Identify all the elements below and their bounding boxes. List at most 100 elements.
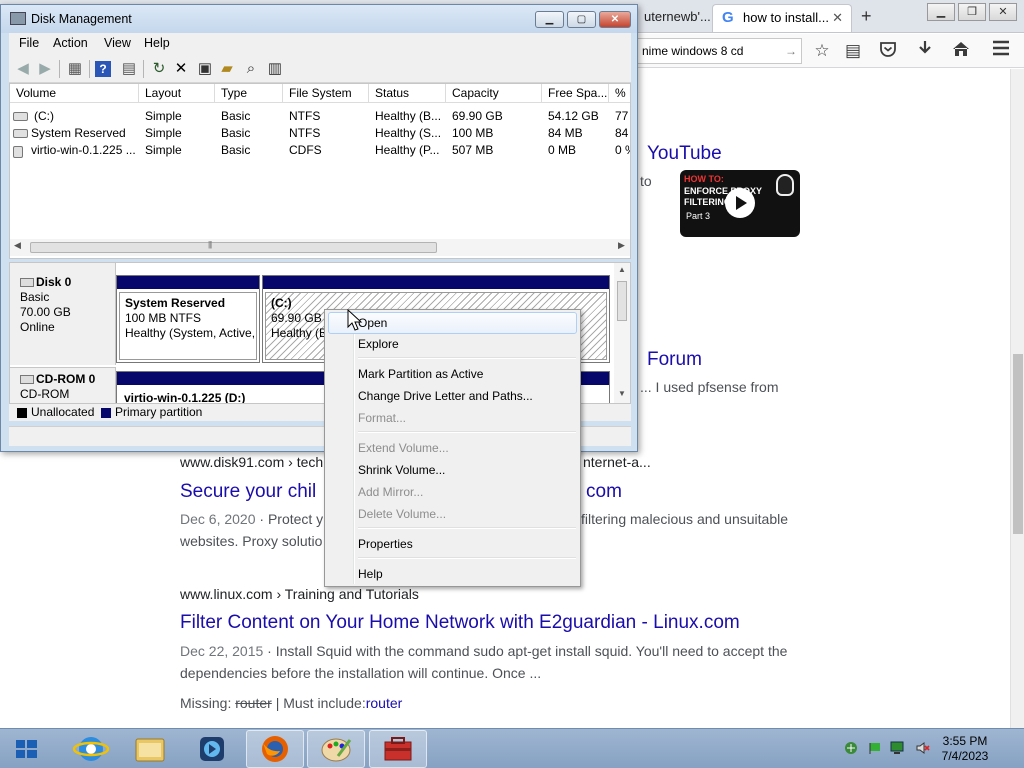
scroll-down-icon[interactable]: ▼ xyxy=(618,389,626,398)
result1-title-link[interactable]: Secure your chil xyxy=(180,481,316,503)
firefox-icon[interactable] xyxy=(246,730,304,768)
column-volume[interactable]: Volume xyxy=(10,84,139,103)
search-icon[interactable]: ⌕ xyxy=(241,59,261,79)
reading-list-icon[interactable]: ▤ xyxy=(842,40,864,62)
menu-file[interactable]: File xyxy=(19,36,39,50)
column-capacity[interactable]: Capacity xyxy=(446,84,542,103)
partition-system-reserved[interactable]: System Reserved 100 MB NTFS Healthy (Sys… xyxy=(116,275,260,363)
network-activity-icon[interactable] xyxy=(844,741,858,755)
video-thumbnail[interactable]: HOW TO: ENFORCE PROXY FILTERING Part 3 xyxy=(680,170,800,237)
pocket-icon[interactable] xyxy=(877,40,899,62)
menu-action[interactable]: Action xyxy=(53,36,88,50)
result1-title-link-tail[interactable]: com xyxy=(586,481,622,503)
column-percent-free[interactable]: % F xyxy=(609,84,630,103)
scroll-left-icon[interactable]: ◀ xyxy=(14,240,21,251)
cell-file-system: NTFS xyxy=(289,126,321,140)
forum-heading-link[interactable]: Forum xyxy=(647,349,702,371)
forum-snippet: ... I used pfsense from xyxy=(640,379,779,395)
maximize-button[interactable]: ▢ xyxy=(567,11,596,28)
must-include-link[interactable]: router xyxy=(366,695,403,711)
cell-free-space: 0 MB xyxy=(548,143,577,157)
graph-scrollbar-thumb[interactable] xyxy=(617,281,627,321)
menu-item-help[interactable]: Help xyxy=(328,563,577,585)
disk-0-label[interactable]: Disk 0 Basic 70.00 GB Online xyxy=(10,263,116,365)
column-type[interactable]: Type xyxy=(215,84,283,103)
close-tab-icon[interactable]: ✕ xyxy=(832,5,843,31)
properties-icon[interactable]: ▣ xyxy=(195,59,215,79)
paint-icon[interactable] xyxy=(307,730,365,768)
graph-scrollbar[interactable]: ▲ ▼ xyxy=(614,263,630,403)
result2-snippet: Dec 22, 2015 · Install Squid with the co… xyxy=(180,643,787,659)
column-layout[interactable]: Layout xyxy=(139,84,215,103)
network-icon[interactable] xyxy=(890,741,904,755)
console-tree-icon[interactable]: ▦ xyxy=(65,59,85,79)
media-center-icon[interactable] xyxy=(183,730,241,768)
play-icon[interactable] xyxy=(725,188,755,218)
horizontal-scrollbar-thumb[interactable] xyxy=(30,242,437,253)
home-icon[interactable] xyxy=(950,40,972,62)
youtube-heading-link[interactable]: YouTube xyxy=(647,143,722,165)
cell-status: Healthy (S... xyxy=(375,126,442,140)
menu-view[interactable]: View xyxy=(104,36,131,50)
internet-explorer-icon[interactable] xyxy=(62,730,120,768)
browser-tab-active[interactable]: G how to install... ✕ xyxy=(712,4,852,32)
help-icon[interactable]: ? xyxy=(95,61,111,77)
go-arrow-icon[interactable]: → xyxy=(785,39,797,63)
column-file-system[interactable]: File System xyxy=(283,84,369,103)
new-tab-button[interactable]: + xyxy=(861,4,872,28)
open-folder-icon[interactable]: ▰ xyxy=(217,59,237,79)
page-scrollbar-thumb[interactable] xyxy=(1013,354,1023,534)
cell-percent-free: 77 xyxy=(615,109,629,123)
start-button[interactable] xyxy=(0,729,54,768)
window-title: Disk Management xyxy=(31,12,132,26)
menu-item-open[interactable]: Open xyxy=(328,312,577,334)
menu-item-change-drive-letter[interactable]: Change Drive Letter and Paths... xyxy=(328,385,577,407)
back-icon[interactable]: ◀ xyxy=(13,59,33,79)
delete-icon[interactable]: ✕ xyxy=(171,59,191,79)
column-status[interactable]: Status xyxy=(369,84,446,103)
legend-primary: Primary partition xyxy=(115,405,203,419)
scroll-right-icon[interactable]: ▶ xyxy=(618,240,625,251)
primary-partition-bar xyxy=(117,276,259,289)
horizontal-scrollbar[interactable]: ◀ ||| ▶ xyxy=(10,239,630,256)
refresh-icon[interactable]: ↻ xyxy=(149,59,169,79)
scrollbar-grip-icon: ||| xyxy=(208,240,212,249)
menu-item-format[interactable]: Format... xyxy=(328,407,577,429)
menu-item-explore[interactable]: Explore xyxy=(328,333,577,355)
browser-minimize-button[interactable]: ▁ xyxy=(927,3,955,21)
scroll-up-icon[interactable]: ▲ xyxy=(618,265,626,274)
menu-item-extend-volume[interactable]: Extend Volume... xyxy=(328,437,577,459)
menu-item-shrink-volume[interactable]: Shrink Volume... xyxy=(328,459,577,481)
forward-icon[interactable]: ▶ xyxy=(35,59,55,79)
menu-icon[interactable] xyxy=(990,40,1012,62)
browser-tab-1[interactable]: uternewb'... xyxy=(636,4,710,32)
column-free-space[interactable]: Free Spa... xyxy=(542,84,609,103)
unallocated-swatch xyxy=(17,408,27,418)
properties-pane-icon[interactable]: ▤ xyxy=(119,59,139,79)
address-bar[interactable]: nime windows 8 cd → xyxy=(636,38,802,64)
menu-item-add-mirror[interactable]: Add Mirror... xyxy=(328,481,577,503)
minimize-button[interactable]: ▁ xyxy=(535,11,564,28)
browser-close-button[interactable]: ✕ xyxy=(989,3,1017,21)
toolbar-separator xyxy=(59,60,60,78)
clock[interactable]: 3:55 PM 7/4/2023 xyxy=(920,734,1010,764)
menu-item-properties[interactable]: Properties xyxy=(328,533,577,555)
star-icon[interactable]: ☆ xyxy=(811,40,833,62)
flag-icon[interactable] xyxy=(868,741,882,755)
toolbox-icon[interactable] xyxy=(369,730,427,768)
browser-restore-button[interactable]: ❐ xyxy=(958,3,986,21)
cd-volume-icon xyxy=(13,146,23,158)
clock-date: 7/4/2023 xyxy=(941,749,989,763)
close-button[interactable]: ✕ xyxy=(599,11,631,28)
result2-title-link[interactable]: Filter Content on Your Home Network with… xyxy=(180,612,740,634)
menu-item-mark-active[interactable]: Mark Partition as Active xyxy=(328,363,577,385)
download-icon[interactable] xyxy=(914,40,936,62)
file-explorer-icon[interactable] xyxy=(121,730,179,768)
title-bar[interactable]: Disk Management ▁ ▢ ✕ xyxy=(1,5,637,33)
menu-help[interactable]: Help xyxy=(144,36,170,50)
cdrom-0-label[interactable]: CD-ROM 0 CD-ROM xyxy=(10,367,116,403)
menu-item-delete-volume[interactable]: Delete Volume... xyxy=(328,503,577,525)
list-view-icon[interactable]: ▥ xyxy=(265,59,285,79)
video-part-text: Part 3 xyxy=(686,211,711,221)
page-scrollbar[interactable] xyxy=(1010,69,1024,728)
